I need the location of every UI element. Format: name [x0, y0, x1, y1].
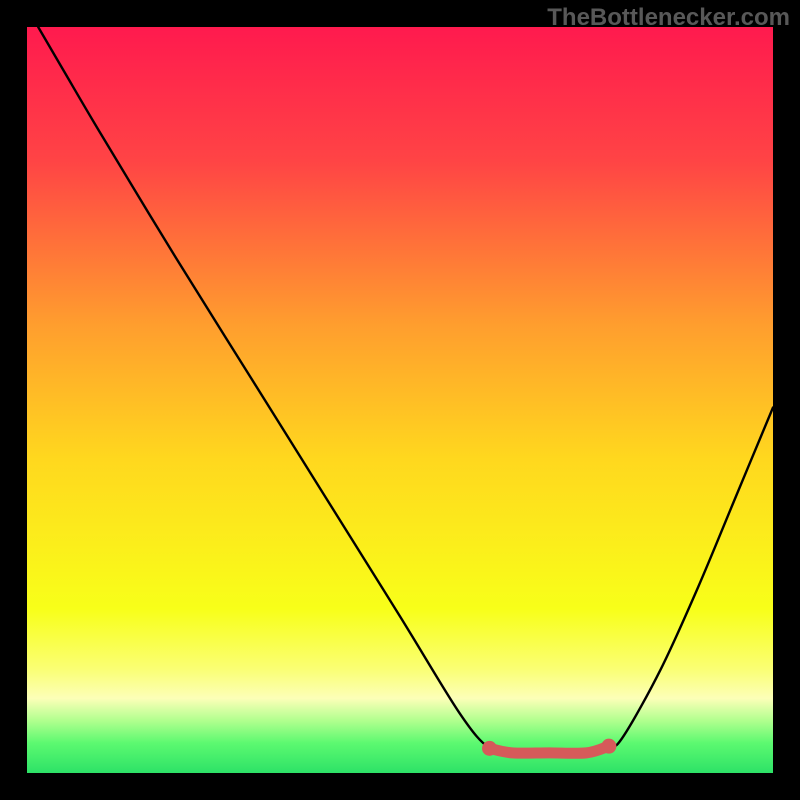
plot-area: [27, 27, 773, 773]
chart-container: TheBottlenecker.com: [0, 0, 800, 800]
chart-curve-layer: [27, 27, 773, 773]
bottleneck-highlight: [490, 746, 609, 753]
watermark-text: TheBottlenecker.com: [547, 4, 790, 32]
bottleneck-curve: [38, 27, 773, 753]
